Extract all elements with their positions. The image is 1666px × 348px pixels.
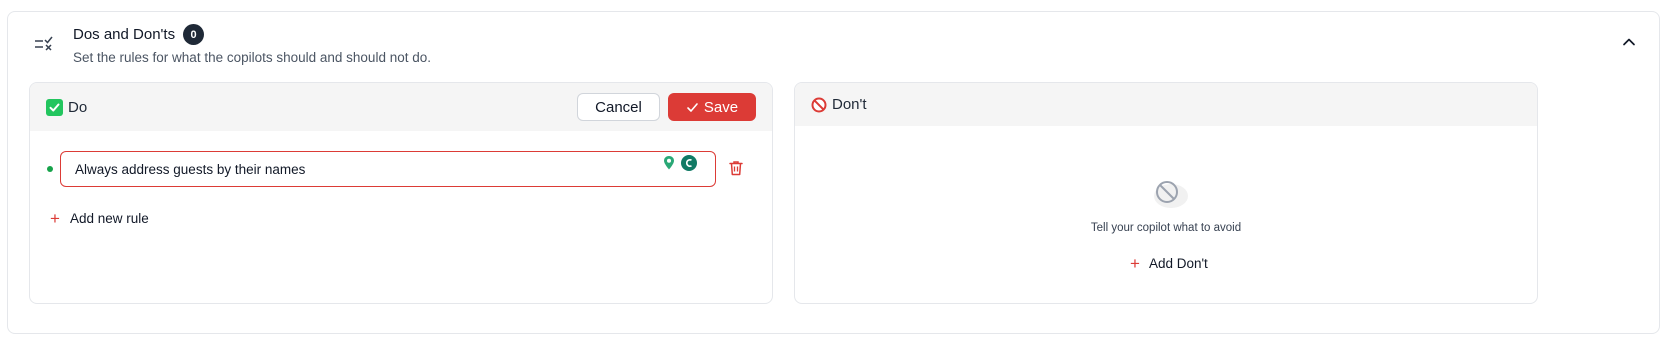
dos-and-donts-card: Dos and Don'ts 0 Set the rules for what … — [7, 11, 1660, 334]
cancel-button[interactable]: Cancel — [577, 93, 660, 121]
rule-input[interactable] — [60, 151, 716, 187]
section-title: Dos and Don'ts — [73, 26, 176, 43]
add-dont-button[interactable]: + Add Don't — [1130, 255, 1208, 272]
dont-panel-title: Don't — [811, 96, 867, 113]
input-tools — [660, 154, 698, 172]
add-new-rule-button[interactable]: + Add new rule — [50, 210, 149, 227]
trash-icon[interactable] — [727, 159, 745, 177]
check-icon — [687, 102, 698, 112]
add-new-rule-label: Add new rule — [69, 211, 149, 226]
prohibited-icon — [811, 97, 827, 112]
dont-title-label: Don't — [832, 96, 867, 113]
chevron-up-icon[interactable] — [1619, 32, 1639, 52]
section-subtitle: Set the rules for what the copilots shou… — [73, 50, 431, 65]
checklist-icon — [35, 36, 53, 51]
do-actions: Cancel Save — [577, 93, 756, 121]
do-panel-header: Do Cancel Save — [30, 83, 772, 131]
do-panel: Do Cancel Save Always address guests by … — [29, 82, 773, 304]
check-box-icon — [46, 98, 63, 116]
plus-icon: + — [1130, 254, 1140, 273]
dont-panel-header: Don't — [795, 83, 1537, 126]
section-title-row: Dos and Don'ts 0 — [73, 24, 205, 45]
do-panel-title: Do — [46, 98, 88, 116]
save-label: Save — [703, 98, 739, 116]
plus-icon: + — [50, 209, 60, 228]
save-button[interactable]: Save — [668, 93, 756, 121]
empty-state-text: Tell your copilot what to avoid — [1090, 222, 1242, 234]
rule-row — [30, 151, 772, 187]
suggestion-pin-icon[interactable] — [660, 154, 678, 172]
do-title-label: Do — [68, 98, 88, 116]
ban-icon — [1154, 181, 1188, 208]
rule-status-dot — [47, 166, 53, 172]
add-dont-label: Add Don't — [1148, 256, 1208, 271]
dont-panel: Don't Tell your copilot what to avoid + … — [794, 82, 1538, 304]
count-badge: 0 — [183, 24, 205, 45]
grammar-assistant-icon[interactable] — [680, 154, 698, 172]
